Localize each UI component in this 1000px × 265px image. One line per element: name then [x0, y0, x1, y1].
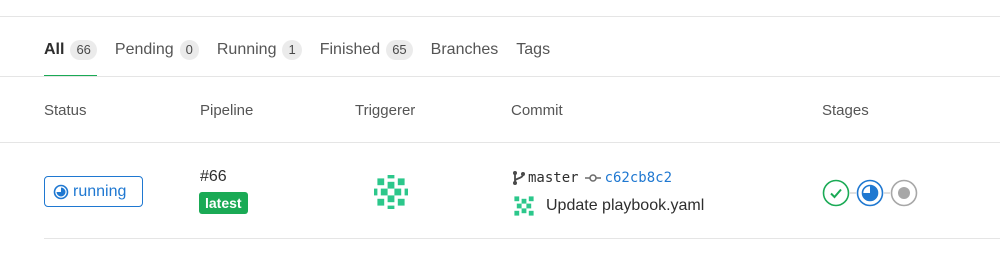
status-running-icon: [53, 184, 69, 199]
commit-author-avatar[interactable]: [512, 194, 536, 218]
tab-label: Pending: [114, 40, 174, 58]
pipeline-stages: [822, 179, 918, 207]
stage-created-icon[interactable]: [890, 179, 918, 207]
commit-message-link[interactable]: Update playbook.yaml: [546, 197, 704, 215]
status-label: running: [73, 182, 127, 200]
top-divider: [0, 16, 1000, 17]
commit-icon: [584, 174, 601, 182]
branch-icon: [513, 171, 525, 185]
tab-count: 66: [70, 39, 97, 60]
tab-label: Tags: [516, 40, 551, 58]
tab-count: 1: [282, 39, 302, 60]
branch-name-link[interactable]: master: [528, 170, 579, 186]
stage-running-icon[interactable]: [856, 179, 884, 207]
tab-label: All: [44, 40, 65, 58]
column-header-triggerer: Triggerer: [355, 102, 416, 119]
tab-pending[interactable]: Pending 0: [115, 22, 199, 77]
tab-label: Running: [216, 40, 277, 58]
column-header-stages: Stages: [822, 102, 869, 119]
row-divider: [44, 238, 1000, 239]
column-header-commit: Commit: [511, 102, 563, 119]
tab-count: 0: [179, 39, 199, 60]
tab-finished[interactable]: Finished 65: [320, 22, 413, 77]
commit-title: Update playbook.yaml: [512, 194, 704, 218]
tab-tags[interactable]: Tags: [516, 22, 550, 77]
tabs-divider: [0, 76, 1000, 77]
stage-success-icon[interactable]: [822, 179, 850, 207]
column-header-pipeline: Pipeline: [200, 102, 254, 119]
tab-branches[interactable]: Branches: [431, 22, 499, 77]
triggerer-avatar[interactable]: [374, 175, 408, 209]
status-badge[interactable]: running: [44, 176, 143, 207]
pipeline-scope-tabs: All 66 Pending 0 Running 1 Finished 65 B…: [44, 22, 568, 77]
commit-ref: master c62cb8c2: [512, 170, 672, 186]
tab-label: Branches: [430, 40, 499, 58]
tab-label: Finished: [319, 40, 381, 58]
commit-sha-link[interactable]: c62cb8c2: [605, 170, 672, 186]
latest-badge: latest: [199, 192, 248, 214]
tab-count: 65: [386, 39, 413, 60]
column-header-status: Status: [44, 102, 87, 119]
tab-running[interactable]: Running 1: [217, 22, 302, 77]
tab-all[interactable]: All 66: [44, 22, 97, 77]
header-divider: [0, 142, 1000, 143]
pipeline-id-link[interactable]: #66: [200, 168, 227, 186]
